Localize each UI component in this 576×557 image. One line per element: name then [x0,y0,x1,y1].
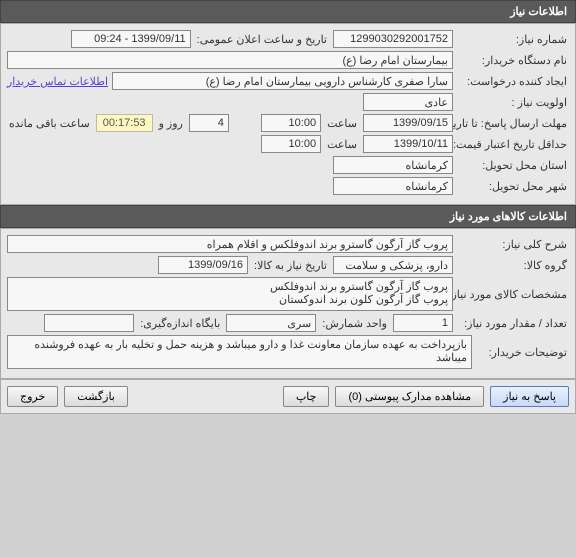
deadline-date-value [363,114,453,132]
desc-label: شرح کلی نیاز: [457,238,569,251]
qty-value [393,314,453,332]
min-validity-time-value [261,135,321,153]
goods-info-form: شرح کلی نیاز: گروه کالا: تاریخ نیاز به ک… [0,228,576,379]
need-date-value [158,256,248,274]
desc-value [7,235,453,253]
unit-value [226,314,316,332]
min-validity-time-label: ساعت [325,138,359,151]
buyer-label: نام دستگاه خریدار: [457,54,569,67]
creator-label: ایجاد کننده درخواست: [457,75,569,88]
buyer-value [7,51,453,69]
remaining-label: ساعت باقی مانده [7,117,92,130]
deadline-time-value [261,114,321,132]
goods-info-header: اطلاعات کالاهای مورد نیاز [0,205,576,228]
sub-unit-value [44,314,134,332]
need-date-label: تاریخ نیاز به کالا: [252,259,329,272]
public-date-label: تاریخ و ساعت اعلان عمومی: [195,33,329,46]
sub-unit-label: بایگاه اندازه‌گیری: [138,317,222,330]
days-label: روز و [157,117,185,130]
deadline-label: مهلت ارسال پاسخ: تا تاریخ : [457,117,569,130]
group-value [333,256,453,274]
buyer-contact-link[interactable]: اطلاعات تماس خریدار [7,75,108,88]
qty-label: تعداد / مقدار مورد نیاز: [457,317,569,330]
countdown-timer: 00:17:53 [96,114,153,132]
unit-label: واحد شمارش: [320,317,389,330]
deadline-time-label: ساعت [325,117,359,130]
print-button[interactable]: چاپ [283,386,330,407]
needs-info-header: اطلاعات نیاز [0,0,576,23]
need-number-value [333,30,453,48]
min-validity-label: حداقل تاریخ اعتبار قیمت: تا تاریخ : [457,138,569,151]
delivery-city-value [333,177,453,195]
back-button[interactable]: بازگشت [64,386,128,407]
attachments-button[interactable]: مشاهده مدارک پیوستی (0) [335,386,484,407]
exit-button[interactable]: خروج [7,386,58,407]
priority-label: اولویت نیاز : [457,96,569,109]
days-remaining-value [189,114,229,132]
spec-value [7,277,453,311]
reply-button[interactable]: پاسخ به نیاز [490,386,569,407]
need-number-label: شماره نیاز: [457,33,569,46]
spec-label: مشخصات کالای مورد نیاز: [457,288,569,301]
group-label: گروه کالا: [457,259,569,272]
priority-value [363,93,453,111]
creator-value [112,72,453,90]
notes-label: توضیحات خریدار: [476,346,569,359]
delivery-province-label: استان محل تحویل: [457,159,569,172]
notes-value [7,335,472,369]
delivery-city-label: شهر محل تحویل: [457,180,569,193]
delivery-province-value [333,156,453,174]
min-validity-date-value [363,135,453,153]
footer-toolbar: پاسخ به نیاز مشاهده مدارک پیوستی (0) چاپ… [0,379,576,414]
public-date-value [71,30,191,48]
needs-info-form: شماره نیاز: تاریخ و ساعت اعلان عمومی: نا… [0,23,576,205]
